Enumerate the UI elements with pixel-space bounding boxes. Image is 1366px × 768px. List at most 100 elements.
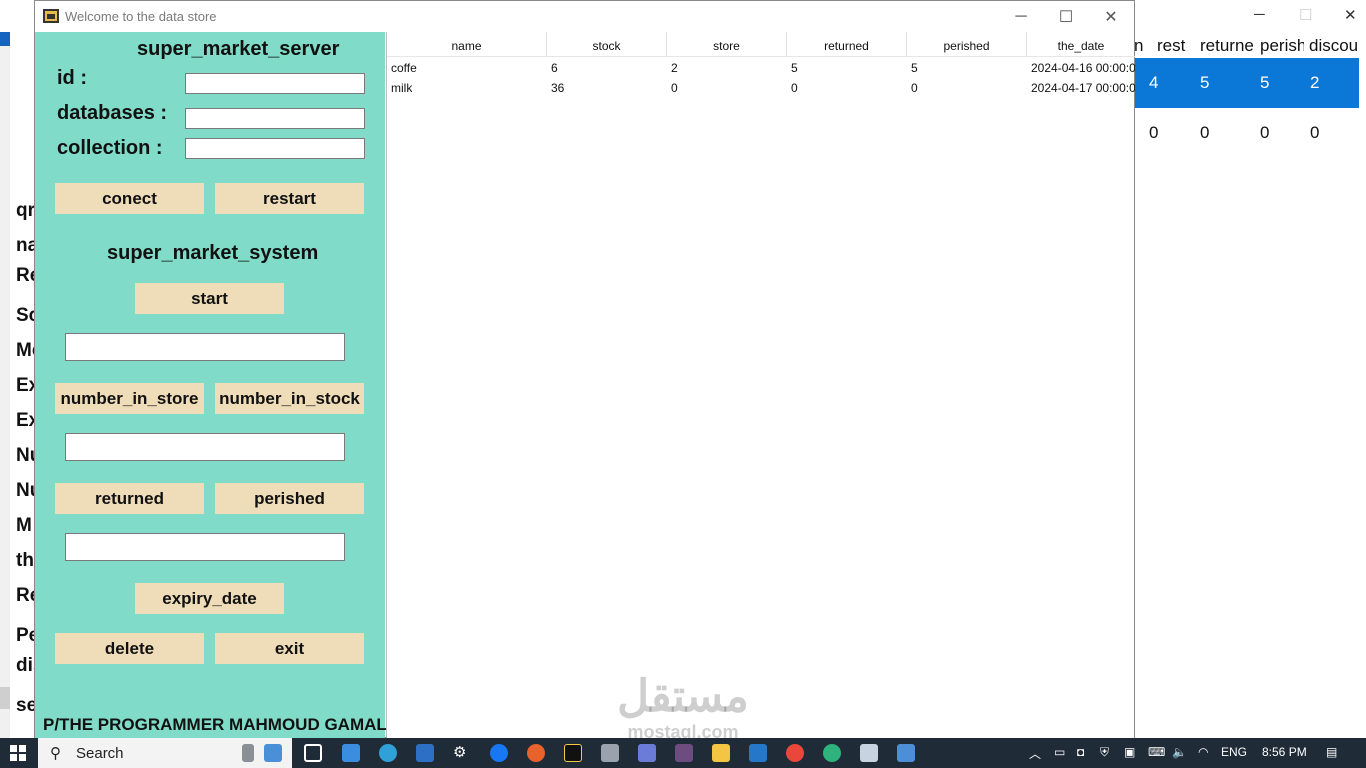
expiry-date-button[interactable]: expiry_date — [135, 583, 284, 614]
background-maximize-button[interactable]: ☐ — [1299, 6, 1312, 24]
background-close-button[interactable]: ✕ — [1344, 6, 1357, 24]
background-column-header[interactable]: discou — [1309, 36, 1366, 56]
background-label: dis — [16, 655, 36, 676]
table-row[interactable]: milk 36 0 0 0 2024-04-17 00:00:00 — [387, 81, 1135, 101]
search-label: Search — [76, 745, 124, 762]
search-icon: ⚲ — [50, 745, 61, 762]
store-icon[interactable] — [342, 744, 360, 762]
mail-icon[interactable] — [416, 744, 434, 762]
background-cell: 0 — [1310, 123, 1320, 142]
entry-field-2[interactable] — [65, 433, 345, 461]
exit-button[interactable]: exit — [215, 633, 364, 664]
app-icon — [43, 9, 59, 23]
background-column-header[interactable]: n — [1134, 36, 1146, 56]
background-cell: 2 — [1310, 73, 1320, 92]
window-titlebar[interactable]: Welcome to the data store ─ ☐ ✕ — [35, 1, 1134, 32]
volume-icon[interactable]: 🔈 — [1172, 745, 1187, 759]
data-store-app-icon[interactable] — [897, 744, 915, 762]
notepad-icon[interactable] — [860, 744, 878, 762]
file-explorer-icon[interactable] — [712, 744, 730, 762]
background-cell: 0 — [1260, 123, 1270, 142]
background-scroll-thumb — [0, 687, 10, 709]
cell-the-date: 2024-04-17 00:00:00 — [1031, 81, 1135, 95]
column-header-the-date[interactable]: the_date — [1027, 32, 1135, 57]
chrome-icon[interactable] — [786, 744, 804, 762]
pycharm-icon[interactable] — [564, 744, 582, 762]
edge-icon[interactable] — [379, 744, 397, 762]
column-header-returned[interactable]: returned — [787, 32, 907, 57]
background-column-header[interactable]: rest — [1157, 36, 1195, 56]
id-label: id : — [57, 67, 87, 89]
vscode-icon[interactable] — [749, 744, 767, 762]
python-app-icon[interactable] — [675, 744, 693, 762]
app-icon-grey[interactable] — [601, 744, 619, 762]
notification-icon[interactable]: ▤ — [1326, 745, 1337, 759]
device-icon[interactable]: ▭ — [1054, 745, 1065, 759]
databases-input[interactable] — [185, 108, 365, 129]
security-shield-icon[interactable]: ⛨ — [1100, 745, 1109, 760]
data-store-window: Welcome to the data store ─ ☐ ✕ super_ma… — [34, 0, 1135, 738]
entry-field-1[interactable] — [65, 333, 345, 361]
collection-label: collection : — [57, 137, 163, 159]
programmer-credit: P/THE PROGRAMMER MAHMOUD GAMAL. — [43, 715, 392, 734]
column-header-perished[interactable]: perished — [907, 32, 1027, 57]
clock[interactable]: 8:56 PM — [1262, 745, 1307, 759]
background-label: qr — [16, 200, 35, 221]
background-cell: 0 — [1149, 123, 1159, 142]
background-cell: 5 — [1200, 73, 1210, 92]
facebook-icon[interactable] — [490, 744, 508, 762]
chevron-up-icon[interactable]: ︿ — [1029, 745, 1041, 762]
background-selected-row[interactable]: 4 5 5 2 — [1134, 58, 1359, 108]
wifi-icon[interactable]: ◠ — [1198, 745, 1208, 759]
app-icon-purple[interactable] — [638, 744, 656, 762]
column-header-stock[interactable]: stock — [547, 32, 667, 57]
background-label: Re — [16, 265, 36, 286]
language-indicator[interactable]: ENG — [1221, 745, 1247, 759]
meet-icon[interactable]: ◘ — [1077, 745, 1084, 759]
cell-name: coffe — [391, 61, 417, 75]
connect-button[interactable]: conect — [55, 183, 204, 214]
input-method-icon[interactable]: ⌨ — [1148, 745, 1165, 759]
background-label: Sc — [16, 305, 36, 326]
id-input[interactable] — [185, 73, 365, 94]
close-button[interactable]: ✕ — [1088, 1, 1134, 32]
watermark-arabic: مستقل — [617, 672, 749, 721]
task-view-icon[interactable] — [304, 744, 322, 762]
settings-icon[interactable]: ⚙ — [453, 743, 471, 761]
table-row[interactable]: coffe 6 2 5 5 2024-04-16 00:00:00 — [387, 61, 1135, 81]
background-table-header: n rest returne perish discou — [1134, 32, 1366, 58]
background-minimize-button[interactable]: ─ — [1254, 6, 1265, 23]
cell-name: milk — [391, 81, 413, 95]
restart-button[interactable]: restart — [215, 183, 364, 214]
table-header: name stock store returned perished the_d… — [387, 32, 1135, 57]
maximize-button[interactable]: ☐ — [1043, 1, 1089, 32]
start-button[interactable]: start — [135, 283, 284, 314]
firefox-icon[interactable] — [527, 744, 545, 762]
number-in-stock-button[interactable]: number_in_stock — [215, 383, 364, 414]
system-heading: super_market_system — [107, 242, 319, 264]
background-form-labels: qr na Re Sc Mc Ex Ex Nu Nu M th Re Pe di… — [12, 32, 36, 732]
tray-app-icon[interactable]: ▣ — [1124, 745, 1135, 759]
mongodb-compass-icon[interactable] — [823, 744, 841, 762]
background-label: th — [16, 550, 34, 571]
delete-button[interactable]: delete — [55, 633, 204, 664]
collection-input[interactable] — [185, 138, 365, 159]
returned-button[interactable]: returned — [55, 483, 204, 514]
background-label: Nu — [16, 480, 36, 501]
cell-stock: 36 — [551, 81, 565, 95]
background-label: na — [16, 235, 36, 256]
minimize-button[interactable]: ─ — [998, 1, 1044, 32]
taskbar-search-box[interactable]: ⚲ Search — [38, 738, 292, 768]
entry-field-3[interactable] — [65, 533, 345, 561]
background-row[interactable]: 0 0 0 0 — [1134, 108, 1366, 158]
column-header-name[interactable]: name — [387, 32, 547, 57]
map-icon — [264, 744, 282, 762]
perished-button[interactable]: perished — [215, 483, 364, 514]
start-icon[interactable] — [10, 745, 26, 761]
number-in-store-button[interactable]: number_in_store — [55, 383, 204, 414]
background-accent — [0, 32, 10, 46]
background-label: Nu — [16, 445, 36, 466]
background-column-header[interactable]: perish — [1260, 36, 1304, 56]
background-column-header[interactable]: returne — [1200, 36, 1257, 56]
column-header-store[interactable]: store — [667, 32, 787, 57]
